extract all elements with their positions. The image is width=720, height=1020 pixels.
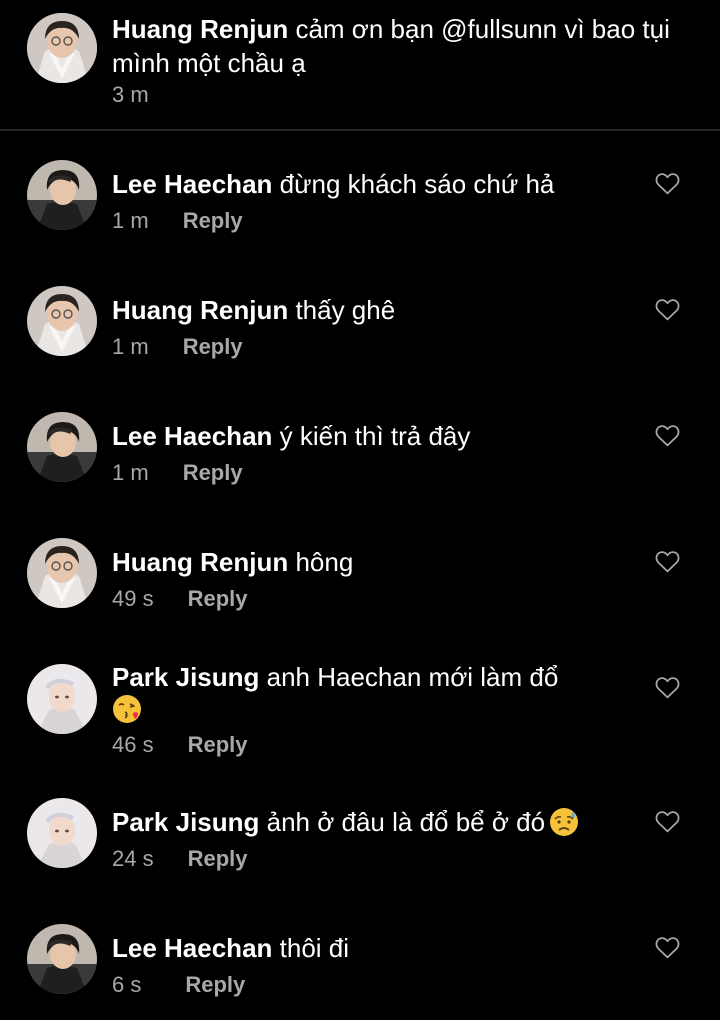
avatar-lee-haechan[interactable] (27, 412, 97, 482)
comment-username[interactable]: Park Jisung (112, 662, 259, 692)
comment-body: Lee Haechan đừng khách sáo chứ hả (112, 168, 632, 200)
reply-button[interactable]: Reply (183, 460, 243, 485)
comment-time: 6 s (112, 972, 142, 997)
comment-meta: 1 m Reply (112, 208, 243, 234)
comment-username[interactable]: Huang Renjun (112, 547, 288, 577)
comment-text: ý kiến thì trả đây (272, 421, 471, 451)
comment-username[interactable]: Park Jisung (112, 807, 259, 837)
caption-username[interactable]: Huang Renjun (112, 14, 288, 44)
comment-body: Lee Haechan thôi đi (112, 932, 632, 964)
comment-meta: 6 s Reply (112, 972, 245, 998)
avatar-huang-renjun[interactable] (27, 538, 97, 608)
avatar-park-jisung[interactable] (27, 798, 97, 868)
sad-sweat-face-emoji (549, 807, 579, 837)
comment-meta: 24 s Reply (112, 846, 248, 872)
post-caption: Huang Renjun cảm ơn bạn @fullsunn vì bao… (0, 0, 720, 130)
comment-meta: 49 s Reply (112, 586, 248, 612)
heart-outline-icon[interactable] (655, 424, 680, 447)
reply-button[interactable]: Reply (183, 208, 243, 233)
caption-divider (0, 129, 720, 131)
comment-text: ảnh ở đâu là đổ bể ở đó (259, 807, 546, 837)
avatar-huang-renjun[interactable] (27, 286, 97, 356)
comment-body: Lee Haechan ý kiến thì trả đây (112, 420, 632, 452)
comment-time: 24 s (112, 846, 154, 871)
comment-meta: 1 m Reply (112, 334, 243, 360)
reply-button[interactable]: Reply (188, 586, 248, 611)
face-blowing-kiss-emoji (112, 694, 142, 724)
comment-meta: 1 m Reply (112, 460, 243, 486)
comment-text: đừng khách sáo chứ hả (272, 169, 555, 199)
comment-text: hông (288, 547, 354, 577)
comment-body: Huang Renjun thấy ghê (112, 294, 632, 326)
comment-time: 1 m (112, 208, 149, 233)
heart-outline-icon[interactable] (655, 936, 680, 959)
reply-button[interactable]: Reply (185, 972, 245, 997)
comment-text: thấy ghê (288, 295, 396, 325)
comment-text: thôi đi (272, 933, 350, 963)
heart-outline-icon[interactable] (655, 298, 680, 321)
comment-meta: 46 s Reply (112, 732, 248, 758)
heart-outline-icon[interactable] (655, 676, 680, 699)
comment-body: Park Jisung anh Haechan mới làm đổ (112, 661, 632, 725)
heart-outline-icon[interactable] (655, 810, 680, 833)
reply-button[interactable]: Reply (188, 846, 248, 871)
comment-username[interactable]: Huang Renjun (112, 295, 288, 325)
heart-outline-icon[interactable] (655, 172, 680, 195)
reply-button[interactable]: Reply (188, 732, 248, 757)
comments-screen: Huang Renjun cảm ơn bạn @fullsunn vì bao… (0, 0, 720, 1020)
comment-time: 46 s (112, 732, 154, 757)
comment-username[interactable]: Lee Haechan (112, 421, 272, 451)
reply-button[interactable]: Reply (183, 334, 243, 359)
comment-time: 1 m (112, 460, 149, 485)
comment-username[interactable]: Lee Haechan (112, 933, 272, 963)
comment-time: 49 s (112, 586, 154, 611)
comment-body: Huang Renjun hông (112, 546, 632, 578)
caption-text: Huang Renjun cảm ơn bạn @fullsunn vì bao… (112, 12, 712, 80)
avatar-lee-haechan[interactable] (27, 924, 97, 994)
comment-time: 1 m (112, 334, 149, 359)
comment-text: anh Haechan mới làm đổ (259, 662, 559, 692)
avatar-park-jisung[interactable] (27, 664, 97, 734)
avatar-huang-renjun[interactable] (27, 13, 97, 83)
comment-username[interactable]: Lee Haechan (112, 169, 272, 199)
caption-time: 3 m (112, 82, 149, 107)
comment-body: Park Jisung ảnh ở đâu là đổ bể ở đó (112, 806, 632, 838)
heart-outline-icon[interactable] (655, 550, 680, 573)
avatar-lee-haechan[interactable] (27, 160, 97, 230)
